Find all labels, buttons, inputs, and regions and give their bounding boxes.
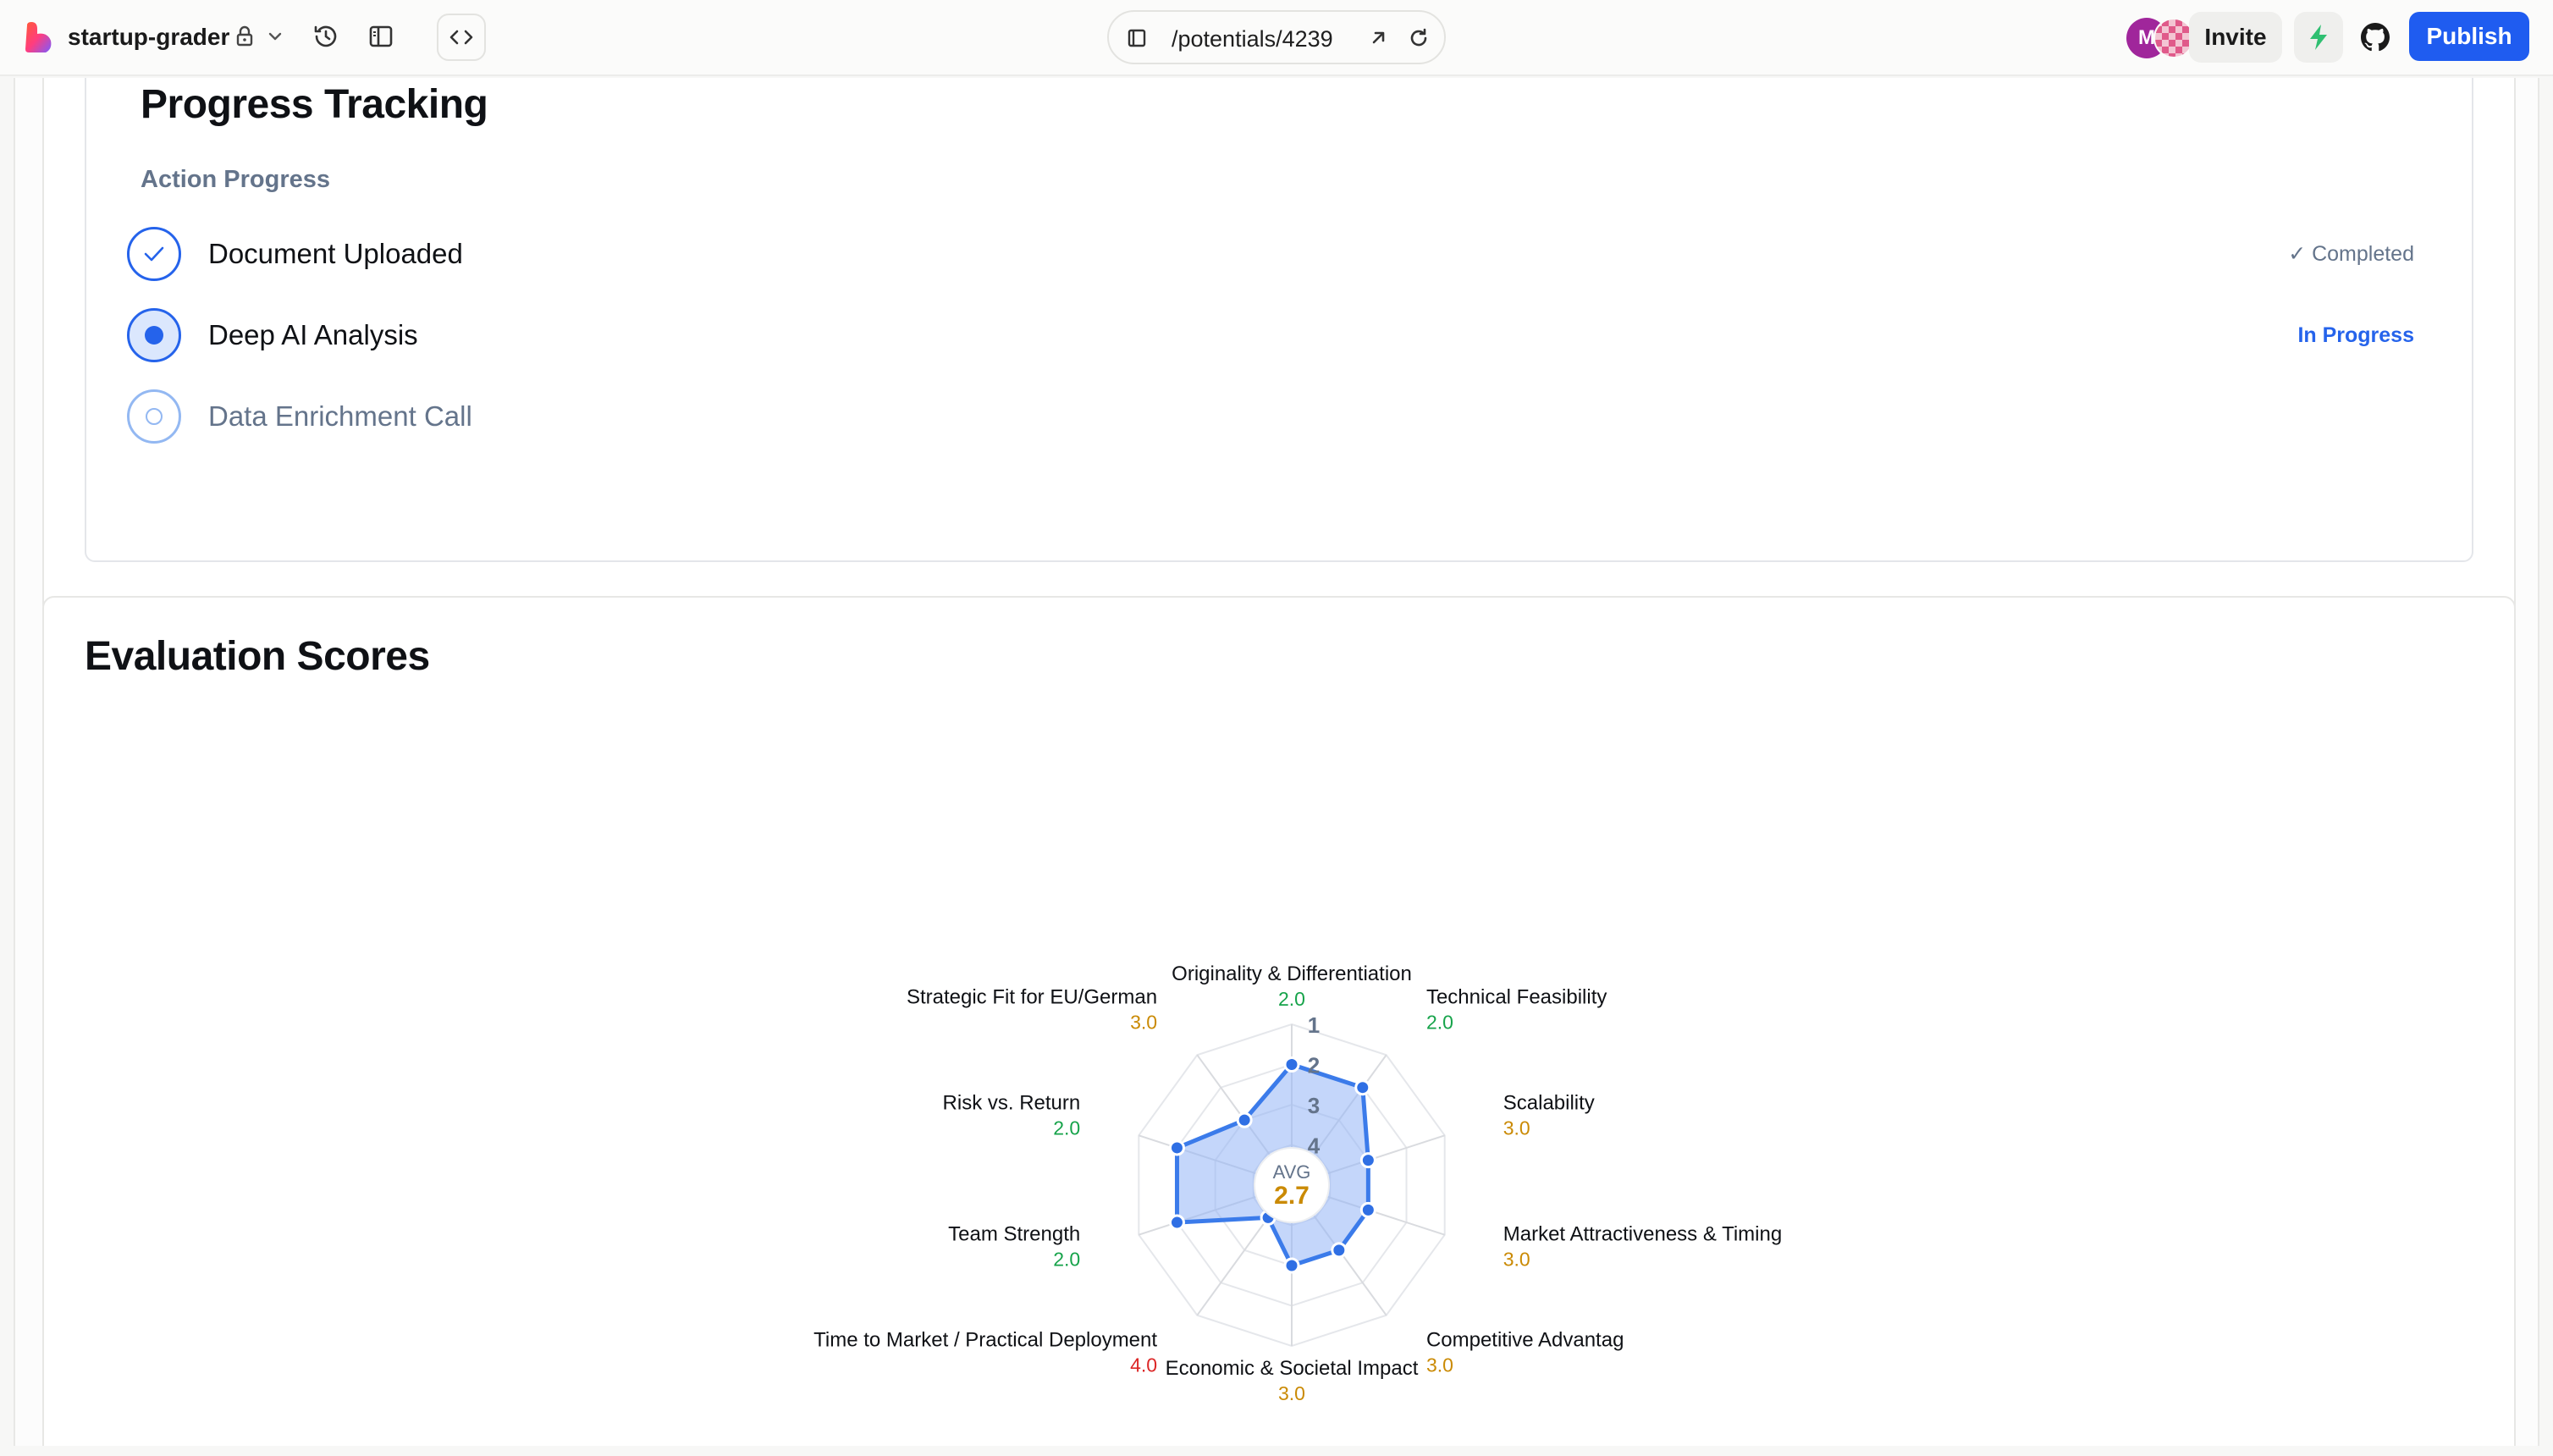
url-text[interactable]: /potentials/4239 [1172, 25, 1349, 52]
page-icon[interactable] [1124, 25, 1150, 51]
data-point [1359, 1201, 1376, 1218]
project-name[interactable]: startup-grader [68, 23, 229, 52]
external-link-icon[interactable] [1366, 26, 1390, 50]
collaborator-avatar[interactable] [2153, 18, 2194, 58]
progress-title: Progress Tracking [141, 82, 488, 127]
action-progress-label: Action Progress [141, 166, 330, 193]
sidebar-toggle-icon[interactable] [367, 23, 394, 50]
data-point [1354, 1079, 1371, 1096]
evaluation-radar-chart: 12345AVG2.7Originality & Differentiation… [813, 962, 1782, 1404]
category-label: Risk vs. Return [943, 1092, 1081, 1115]
category-label: Originality & Differentiation [1172, 962, 1412, 985]
category-score: 3.0 [1426, 1354, 1453, 1376]
publish-button[interactable]: Publish [2409, 12, 2529, 61]
category-score: 3.0 [1503, 1248, 1530, 1270]
category-score: 2.0 [1053, 1117, 1080, 1139]
avg-value: 2.7 [1274, 1182, 1310, 1210]
check-icon [144, 246, 164, 262]
github-button[interactable] [2352, 12, 2399, 63]
evaluation-title: Evaluation Scores [85, 634, 430, 679]
step-completed-indicator [127, 227, 181, 281]
step-status-completed: ✓ Completed [2288, 242, 2414, 266]
data-point [1283, 1056, 1300, 1073]
step-in-progress-indicator [127, 308, 181, 362]
data-point [1168, 1214, 1185, 1231]
code-view-button[interactable] [437, 14, 486, 61]
data-point [1168, 1139, 1185, 1156]
category-score: 2.0 [1278, 988, 1305, 1010]
category-label: Strategic Fit for EU/German [907, 986, 1157, 1009]
data-point [1359, 1152, 1376, 1169]
lock-icon [235, 25, 254, 47]
preview-viewport: Progress Tracking Action Progress Docume… [14, 78, 2539, 1446]
step-label-data-enrichment-call: Data Enrichment Call [208, 400, 472, 432]
top-bar: startup-grader /potentials/4239 M Invite… [0, 0, 2553, 76]
category-label: Competitive Advantag [1426, 1328, 1624, 1351]
step-label-deep-ai-analysis: Deep AI Analysis [208, 319, 418, 350]
step-label-document-uploaded: Document Uploaded [208, 238, 463, 269]
data-point [1331, 1242, 1348, 1259]
category-score: 3.0 [1503, 1117, 1530, 1139]
chevron-down-icon[interactable] [266, 27, 284, 46]
data-point [1283, 1257, 1300, 1274]
category-label: Market Attractiveness & Timing [1503, 1222, 1782, 1245]
category-label: Economic & Societal Impact [1166, 1357, 1419, 1380]
ring-label: 2 [1308, 1053, 1320, 1078]
active-dot-icon [145, 326, 163, 345]
avg-label: AVG [1273, 1161, 1311, 1183]
history-icon[interactable] [312, 22, 340, 51]
category-score: 3.0 [1278, 1382, 1305, 1404]
pending-ring-icon [146, 408, 163, 425]
bottom-strip [0, 1446, 2553, 1456]
category-score: 2.0 [1426, 1012, 1453, 1034]
category-label: Scalability [1503, 1092, 1595, 1115]
step-status-in-progress: In Progress [2297, 323, 2414, 347]
github-icon [2361, 23, 2390, 52]
category-label: Team Strength [948, 1222, 1080, 1245]
url-bar[interactable]: /potentials/4239 [1107, 10, 1446, 64]
code-icon [449, 30, 473, 45]
ring-label: 3 [1308, 1093, 1320, 1118]
app-logo[interactable] [24, 22, 54, 54]
ring-label: 1 [1308, 1012, 1320, 1038]
category-label: Time to Market / Practical Deployment [813, 1328, 1157, 1351]
category-score: 4.0 [1130, 1354, 1157, 1376]
category-label: Technical Feasibility [1426, 986, 1607, 1009]
bolt-icon [2310, 25, 2327, 50]
bolt-button[interactable] [2294, 12, 2343, 63]
step-pending-indicator [127, 389, 181, 444]
category-score: 3.0 [1130, 1012, 1157, 1034]
refresh-icon[interactable] [1407, 26, 1431, 50]
invite-button[interactable]: Invite [2189, 12, 2282, 63]
category-score: 2.0 [1053, 1248, 1080, 1270]
data-point [1236, 1111, 1253, 1128]
progress-inner-card [85, 78, 2473, 562]
